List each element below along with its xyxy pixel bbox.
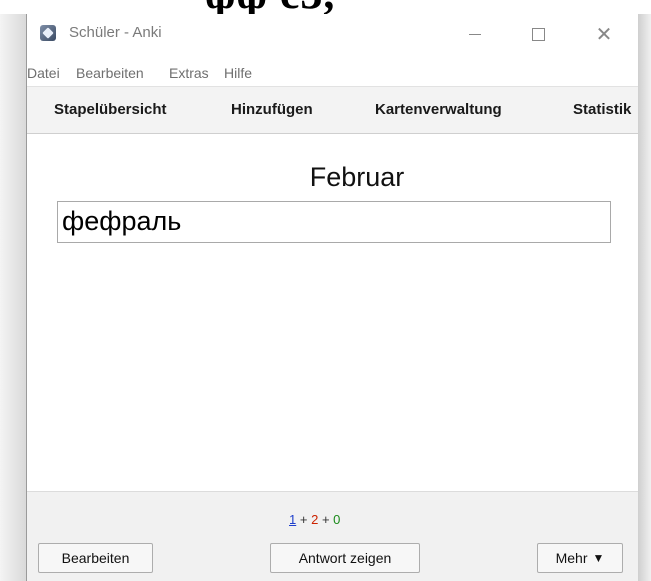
toolbar-decks-link[interactable]: Stapelübersicht — [54, 101, 167, 118]
dropdown-caret-icon: ▼ — [592, 551, 605, 565]
maximize-icon — [531, 27, 545, 41]
toolbar-add-link[interactable]: Hinzufügen — [231, 101, 313, 118]
menu-item-bearbeiten[interactable]: Bearbeiten — [76, 65, 144, 81]
learning-count: 2 — [311, 512, 319, 527]
main-toolbar: Stapelübersicht Hinzufügen Kartenverwalt… — [27, 86, 638, 134]
toolbar-stats-link[interactable]: Statistik — [573, 101, 631, 118]
window-shadow-right — [638, 14, 651, 581]
review-count: 0 — [333, 512, 341, 527]
background-text-fragment: фф с3, — [205, 0, 335, 14]
menu-bar: Datei Bearbeiten Extras Hilfe — [27, 63, 638, 85]
menu-item-hilfe[interactable]: Hilfe — [224, 65, 252, 81]
close-button[interactable]: ✕ — [581, 14, 627, 54]
menu-item-extras[interactable]: Extras — [169, 65, 209, 81]
card-question: Februar — [309, 162, 405, 192]
count-separator: + — [299, 512, 308, 527]
anki-app-icon[interactable] — [40, 25, 56, 41]
menu-item-datei[interactable]: Datei — [27, 65, 60, 81]
more-button-label: Mehr — [555, 550, 588, 566]
more-button[interactable]: Mehr ▼ — [537, 543, 623, 573]
background-strip: фф с3, — [0, 0, 651, 14]
edit-button[interactable]: Bearbeiten — [38, 543, 153, 573]
answer-input[interactable]: фефраль — [57, 201, 611, 243]
minimize-icon — [469, 33, 481, 35]
window-title: Schüler - Anki — [69, 24, 162, 41]
window-shadow-left — [0, 14, 26, 581]
count-separator: + — [321, 512, 330, 527]
due-counts: 1 + 2 + 0 — [289, 512, 340, 527]
toolbar-browse-link[interactable]: Kartenverwaltung — [375, 101, 502, 118]
new-count: 1 — [289, 512, 297, 527]
show-answer-button[interactable]: Antwort zeigen — [270, 543, 420, 573]
close-icon: ✕ — [595, 23, 613, 46]
maximize-button[interactable] — [515, 14, 561, 54]
anki-window: Schüler - Anki ✕ Datei Bearbeiten Extras… — [26, 14, 638, 581]
card-review-area: Februar фефраль — [27, 134, 638, 491]
review-bottom-bar: 1 + 2 + 0 Bearbeiten Antwort zeigen Mehr… — [27, 491, 638, 581]
title-bar[interactable]: Schüler - Anki ✕ — [27, 14, 638, 54]
minimize-button[interactable] — [452, 14, 498, 54]
